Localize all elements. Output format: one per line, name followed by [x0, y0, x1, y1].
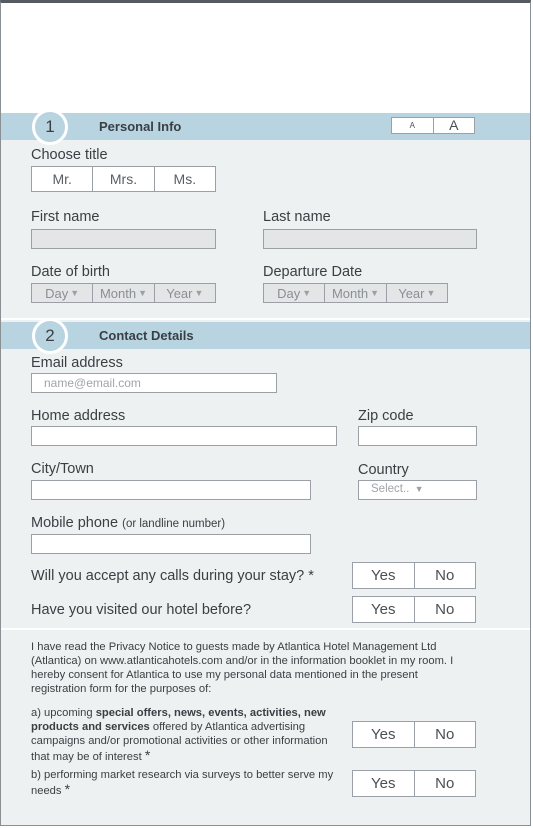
page-frame: [0, 0, 531, 826]
